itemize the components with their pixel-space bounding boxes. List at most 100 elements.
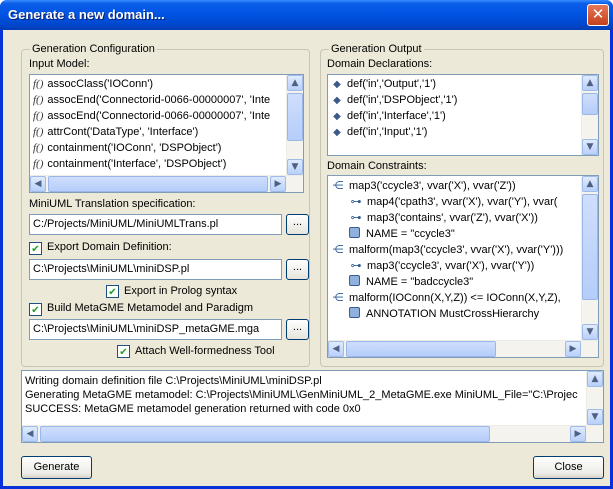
generation-log[interactable]: Writing domain definition file C:\Projec… [21, 370, 604, 443]
function-icon: f() [33, 142, 44, 154]
scroll-left-button[interactable]: ◀ [22, 426, 38, 442]
declaration-item[interactable]: ◆ def('in','DSPObject','1') [329, 92, 581, 108]
scroll-thumb[interactable] [40, 426, 490, 442]
constraint-text: map3('ccycle3', vvar('X'), vvar('Z')) [349, 180, 516, 192]
translation-spec-input[interactable]: C:/Projects/MiniUML/MiniUMLTrans.pl [29, 214, 282, 235]
constraint-icon: ⋲ [332, 243, 344, 256]
scroll-up-button[interactable]: ▲ [587, 371, 603, 387]
constraint-tree-item[interactable]: NAME = "badccycle3" [329, 274, 581, 290]
browse-translation-button[interactable]: ... [286, 214, 309, 235]
domain-declarations-list[interactable]: ◆ def('in','Output','1') ◆ def('in','DSPObj… [327, 74, 599, 156]
function-icon: f() [33, 158, 44, 170]
prolog-syntax-checkbox[interactable] [106, 285, 119, 298]
scroll-down-button[interactable]: ▼ [287, 159, 303, 175]
constraint-text: malform(map3('ccycle3', vvar('X'), vvar(… [349, 244, 564, 256]
scroll-thumb[interactable] [48, 176, 268, 192]
log-vscroll[interactable]: ▲ ▼ [586, 371, 603, 425]
export-domain-checkbox[interactable] [29, 242, 42, 255]
scroll-down-button[interactable]: ▼ [582, 139, 598, 155]
input-model-vscroll[interactable]: ▲ ▼ [286, 75, 303, 175]
constraint-tree-item[interactable]: ANNOTATION MustCrossHierarchy [329, 306, 581, 322]
list-item-text: assocClass('IOConn') [47, 78, 154, 90]
scroll-right-button[interactable]: ▶ [270, 176, 286, 192]
declaration-icon: ◆ [333, 95, 341, 106]
constraint-tree-item[interactable]: NAME = "ccycle3" [329, 226, 581, 242]
browse-export-button[interactable]: ... [286, 259, 309, 280]
input-model-hscroll[interactable]: ◀ ▶ [30, 175, 303, 192]
declaration-icon: ◆ [333, 79, 341, 90]
generate-button[interactable]: Generate [21, 456, 92, 479]
constraint-tree-item[interactable]: ⋲ malform(IOConn(X,Y,Z)) <= IOConn(X,Y,Z)… [329, 290, 581, 306]
title-bar[interactable]: Generate a new domain... ✕ [0, 0, 613, 30]
scroll-up-button[interactable]: ▲ [582, 176, 598, 192]
attach-tool-checkbox[interactable] [117, 345, 130, 358]
window-title: Generate a new domain... [8, 7, 165, 22]
function-icon: f() [33, 110, 44, 122]
constraint-tree-item[interactable]: ⊶ map3('contains', vvar('Z'), vvar('X')) [329, 210, 581, 226]
scroll-right-button[interactable]: ▶ [565, 341, 581, 357]
scroll-up-button[interactable]: ▲ [582, 75, 598, 91]
function-icon: f() [33, 94, 44, 106]
constraint-tree-item[interactable]: ⊶ map4('cpath3', vvar('X'), vvar('Y'), vv… [329, 194, 581, 210]
constraint-icon: ⋲ [332, 291, 344, 304]
function-icon: f() [33, 78, 44, 90]
list-item[interactable]: f() attrCont('DataType', 'Interface') [31, 124, 286, 140]
scroll-thumb[interactable] [582, 93, 598, 115]
declaration-icon: ◆ [333, 111, 341, 122]
constraint-text: ANNOTATION MustCrossHierarchy [366, 308, 540, 320]
constraints-vscroll[interactable]: ▲ ▼ [581, 176, 598, 340]
domain-constraints-tree[interactable]: ⋲ map3('ccycle3', vvar('X'), vvar('Z')) ⊶ m… [327, 175, 599, 358]
attach-tool-label: Attach Well-formedness Tool [135, 345, 275, 357]
export-domain-input[interactable]: C:\Projects\MiniUML\miniDSP.pl [29, 259, 282, 280]
input-model-label: Input Model: [29, 58, 90, 70]
build-metagme-checkbox[interactable] [29, 303, 42, 316]
scroll-down-button[interactable]: ▼ [582, 324, 598, 340]
declaration-item[interactable]: ◆ def('in','Input','1') [329, 124, 581, 140]
list-item-text: containment('IOConn', 'DSPObject') [47, 142, 222, 154]
declaration-item[interactable]: ◆ def('in','Output','1') [329, 76, 581, 92]
attribute-icon [349, 275, 360, 286]
constraints-hscroll[interactable]: ◀ ▶ [328, 340, 598, 357]
domain-declarations-label: Domain Declarations: [327, 58, 433, 70]
scroll-thumb[interactable] [287, 93, 303, 141]
relation-icon: ⊶ [350, 259, 362, 272]
input-model-list[interactable]: f() assocClass('IOConn') f() assocEnd('Conn… [29, 74, 304, 193]
relation-icon: ⊶ [350, 195, 362, 208]
log-line: Writing domain definition file C:\Projec… [25, 375, 322, 387]
attribute-icon [349, 227, 360, 238]
scroll-right-button[interactable]: ▶ [570, 426, 586, 442]
scroll-left-button[interactable]: ◀ [30, 176, 46, 192]
constraint-tree-item[interactable]: ⊶ map3('ccycle3', vvar('X'), vvar('Y')) [329, 258, 581, 274]
list-item[interactable]: f() assocClass('IOConn') [31, 76, 286, 92]
declarations-vscroll[interactable]: ▲ ▼ [581, 75, 598, 155]
log-hscroll[interactable]: ◀ ▶ [22, 425, 603, 442]
list-item[interactable]: f() assocEnd('Connectorid-0066-00000007',… [31, 92, 286, 108]
constraint-text: NAME = "ccycle3" [366, 228, 455, 240]
scroll-thumb[interactable] [346, 341, 496, 357]
list-item[interactable]: f() containment('IOConn', 'DSPObject') [31, 140, 286, 156]
scroll-up-button[interactable]: ▲ [287, 75, 303, 91]
declaration-icon: ◆ [333, 127, 341, 138]
list-item[interactable]: f() assocEnd('Connectorid-0066-00000007',… [31, 108, 286, 124]
domain-constraints-label: Domain Constraints: [327, 160, 427, 172]
prolog-syntax-label: Export in Prolog syntax [124, 285, 238, 297]
list-item[interactable]: f() containment('Interface', 'DSPObject') [31, 156, 286, 172]
constraint-tree-item[interactable]: ⋲ map3('ccycle3', vvar('X'), vvar('Z')) [329, 178, 581, 194]
close-button[interactable]: Close [533, 456, 604, 479]
export-domain-label: Export Domain Definition: [47, 241, 172, 253]
scroll-left-button[interactable]: ◀ [328, 341, 344, 357]
close-window-button[interactable]: ✕ [587, 4, 609, 26]
function-icon: f() [33, 126, 44, 138]
scroll-down-button[interactable]: ▼ [587, 409, 603, 425]
constraint-text: map3('contains', vvar('Z'), vvar('X')) [367, 212, 538, 224]
scroll-thumb[interactable] [582, 194, 598, 300]
declaration-text: def('in','Input','1') [347, 126, 428, 138]
log-line: Generating MetaGME metamodel: C:\Project… [25, 389, 578, 401]
declaration-item[interactable]: ◆ def('in','Interface','1') [329, 108, 581, 124]
metagme-path-input[interactable]: C:\Projects\MiniUML\miniDSP_metaGME.mga [29, 319, 282, 340]
constraint-text: map3('ccycle3', vvar('X'), vvar('Y')) [367, 260, 535, 272]
generation-output-legend: Generation Output [329, 43, 424, 55]
constraint-tree-item[interactable]: ⋲ malform(map3('ccycle3', vvar('X'), vvar… [329, 242, 581, 258]
browse-metagme-button[interactable]: ... [286, 319, 309, 340]
relation-icon: ⊶ [350, 211, 362, 224]
